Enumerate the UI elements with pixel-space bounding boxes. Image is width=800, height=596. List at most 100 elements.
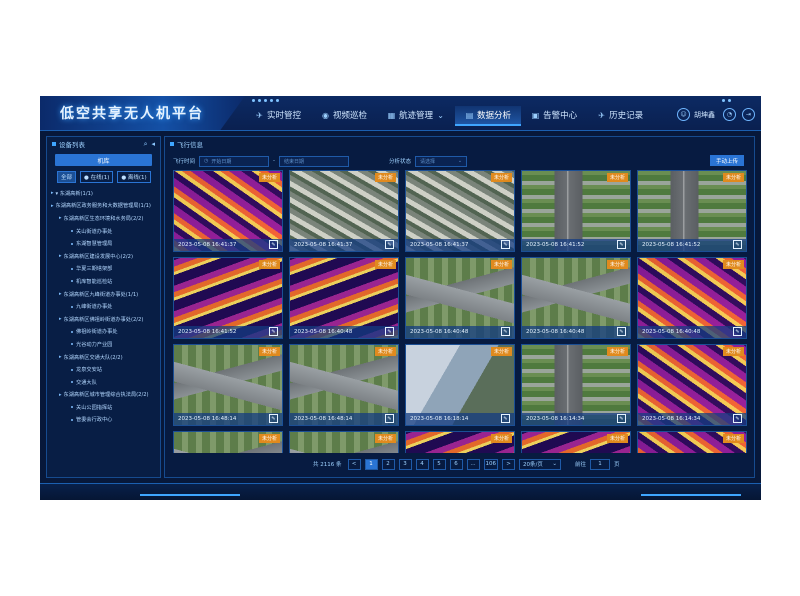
- caret-icon[interactable]: ▸: [59, 316, 62, 322]
- nav-data-analysis[interactable]: ▤ 数据分析: [455, 106, 522, 126]
- tree-node[interactable]: ▸ 东湖高新区九峰街道办事处(1/1): [47, 288, 160, 301]
- flight-image-card[interactable]: 未分析: [173, 431, 283, 453]
- edit-icon[interactable]: ✎: [269, 414, 278, 423]
- flight-image-card[interactable]: 未分析 2023-05-08 16:41:52 ✎: [637, 170, 747, 252]
- filter-all[interactable]: 全部: [57, 171, 77, 183]
- analysis-status-select[interactable]: 请选择 ⌄: [415, 155, 468, 167]
- tree-node[interactable]: 关山公园指挥站: [47, 401, 160, 414]
- tree-node[interactable]: 机库智能巡检站: [47, 275, 160, 288]
- status-filter-tabs: 全部 ● 在线(1) ● 离线(1): [57, 171, 160, 183]
- page-button[interactable]: 5: [432, 458, 446, 470]
- edit-icon[interactable]: ✎: [617, 327, 626, 336]
- search-icon[interactable]: ⌕: [144, 140, 148, 149]
- edit-icon[interactable]: ✎: [501, 240, 510, 249]
- capture-time: 2023-05-08 16:18:14: [406, 413, 514, 425]
- flight-image-card[interactable]: 未分析 2023-05-08 16:41:52 ✎: [173, 257, 283, 339]
- page-size-select[interactable]: 20条/页 ⌄: [519, 458, 561, 470]
- nav-realtime-control[interactable]: ✈ 实时管控: [245, 106, 311, 124]
- flight-image-card[interactable]: 未分析 2023-05-08 16:41:52 ✎: [521, 170, 631, 252]
- tree-node[interactable]: 关山街道办事处: [47, 225, 160, 238]
- tree-node[interactable]: 交通大队: [47, 376, 160, 389]
- filter-online[interactable]: ● 在线(1): [80, 171, 114, 183]
- flight-image-card[interactable]: 未分析 2023-05-08 16:40:48 ✎: [289, 257, 399, 339]
- caret-icon[interactable]: ▸: [59, 253, 62, 259]
- tree-node[interactable]: 光谷动力产业园: [47, 338, 160, 351]
- edit-icon[interactable]: ✎: [385, 240, 394, 249]
- tree-node[interactable]: 管委会行政中心: [47, 414, 160, 427]
- more-pages-button[interactable]: ...: [466, 458, 480, 470]
- collapse-icon[interactable]: ◂: [151, 140, 155, 149]
- flight-image-card[interactable]: 未分析 2023-05-08 16:41:37 ✎: [405, 170, 515, 252]
- flight-image-card[interactable]: 未分析: [289, 431, 399, 453]
- edit-icon[interactable]: ✎: [501, 327, 510, 336]
- nav-video-inspection[interactable]: ◉ 视频巡检: [311, 106, 377, 124]
- edit-icon[interactable]: ✎: [501, 414, 510, 423]
- page-button[interactable]: 6: [449, 458, 463, 470]
- end-date-input[interactable]: 结束日期: [279, 155, 350, 167]
- caret-icon[interactable]: ▸: [59, 215, 62, 221]
- edit-icon[interactable]: ✎: [617, 414, 626, 423]
- page-button[interactable]: 1: [364, 458, 378, 470]
- edit-icon[interactable]: ✎: [385, 414, 394, 423]
- tree-node[interactable]: ▸ 东湖高新区交通大队(2/2): [47, 351, 160, 364]
- manual-upload-button[interactable]: 手动上传: [709, 155, 744, 166]
- flight-image-card[interactable]: 未分析 2023-05-08 16:48:14 ✎: [289, 344, 399, 426]
- app-window: 低空共享无人机平台 ✈ 实时管控 ◉ 视频巡检 ▦ 航迹管理 ⌄ ▤ 数据分析 …: [40, 96, 761, 500]
- bullet-icon: [71, 381, 73, 384]
- page-button[interactable]: 106: [483, 458, 498, 470]
- edit-icon[interactable]: ✎: [269, 240, 278, 249]
- page-button[interactable]: 3: [398, 458, 412, 470]
- status-badge: 未分析: [490, 173, 512, 182]
- page-button[interactable]: 4: [415, 458, 429, 470]
- nav-alarm-center[interactable]: ▣ 告警中心: [521, 106, 587, 124]
- flight-image-card[interactable]: 未分析: [405, 431, 515, 453]
- edit-icon[interactable]: ✎: [269, 327, 278, 336]
- tree-node[interactable]: 九峰街道办事处: [47, 300, 160, 313]
- start-date-input[interactable]: ◷ 开始日期: [199, 155, 270, 167]
- filter-offline[interactable]: ● 离线(1): [117, 171, 151, 183]
- flight-image-card[interactable]: 未分析 2023-05-08 16:41:37 ✎: [289, 170, 399, 252]
- hangar-button[interactable]: 机库: [55, 154, 152, 166]
- next-page-button[interactable]: >: [502, 458, 515, 470]
- tree-node[interactable]: ▸ 东湖高新区佛祖岭街道办事处(2/2): [47, 313, 160, 326]
- flight-image-card[interactable]: 未分析: [637, 431, 747, 453]
- device-list-panel: 设备列表 ⌕ ◂ 机库 全部 ● 在线(1) ● 离线(1) ▸ ▾ 东湖高新(1…: [46, 136, 161, 478]
- caret-icon[interactable]: ▸: [51, 190, 54, 196]
- nav-history[interactable]: ✈ 历史记录: [587, 106, 653, 124]
- logout-icon[interactable]: ⇥: [742, 108, 755, 121]
- tree-node[interactable]: ▸ 东湖高新区生态环境和水务局(2/2): [47, 212, 160, 225]
- prev-page-button[interactable]: <: [347, 458, 361, 470]
- flight-image-card[interactable]: 未分析 2023-05-08 16:40:48 ✎: [637, 257, 747, 339]
- user-menu[interactable]: ☺ 胡坤鑫: [677, 108, 715, 121]
- goto-page-input[interactable]: 1: [590, 458, 611, 470]
- nav-track-management[interactable]: ▦ 航迹管理 ⌄: [377, 106, 455, 124]
- page-button[interactable]: 2: [381, 458, 395, 470]
- caret-icon[interactable]: ▸: [59, 392, 62, 398]
- flight-image-card[interactable]: 未分析 2023-05-08 16:18:14 ✎: [405, 344, 515, 426]
- edit-icon[interactable]: ✎: [733, 327, 742, 336]
- flight-image-card[interactable]: 未分析 2023-05-08 16:41:37 ✎: [173, 170, 283, 252]
- caret-icon[interactable]: ▸: [51, 203, 54, 209]
- status-badge: 未分析: [722, 347, 744, 356]
- tree-node[interactable]: 华夏三期塔架部: [47, 263, 160, 276]
- edit-icon[interactable]: ✎: [733, 414, 742, 423]
- edit-icon[interactable]: ✎: [733, 240, 742, 249]
- tree-node[interactable]: 龙泉交安站: [47, 363, 160, 376]
- flight-image-card[interactable]: 未分析: [521, 431, 631, 453]
- tree-node[interactable]: ▸ 东湖高新区城市管理综合执法局(2/2): [47, 389, 160, 402]
- flight-image-card[interactable]: 未分析 2023-05-08 16:40:48 ✎: [405, 257, 515, 339]
- tree-node[interactable]: ▸ 东湖高新区政务服务和大数据管理局(1/1): [47, 200, 160, 213]
- edit-icon[interactable]: ✎: [617, 240, 626, 249]
- flight-image-card[interactable]: 未分析 2023-05-08 16:14:34 ✎: [637, 344, 747, 426]
- tree-node[interactable]: 佛祖岭街道办事处: [47, 326, 160, 339]
- flight-image-card[interactable]: 未分析 2023-05-08 16:14:34 ✎: [521, 344, 631, 426]
- tree-node[interactable]: ▸ ▾ 东湖高新(1/1): [47, 187, 160, 200]
- flight-image-card[interactable]: 未分析 2023-05-08 16:48:14 ✎: [173, 344, 283, 426]
- flight-image-card[interactable]: 未分析 2023-05-08 16:40:48 ✎: [521, 257, 631, 339]
- caret-icon[interactable]: ▸: [59, 354, 62, 360]
- edit-icon[interactable]: ✎: [385, 327, 394, 336]
- tree-node[interactable]: ▸ 东湖高新区建设发展中心(2/2): [47, 250, 160, 263]
- bell-icon[interactable]: ◔: [723, 108, 736, 121]
- caret-icon[interactable]: ▸: [59, 291, 62, 297]
- tree-node[interactable]: 东湖智慧管理局: [47, 237, 160, 250]
